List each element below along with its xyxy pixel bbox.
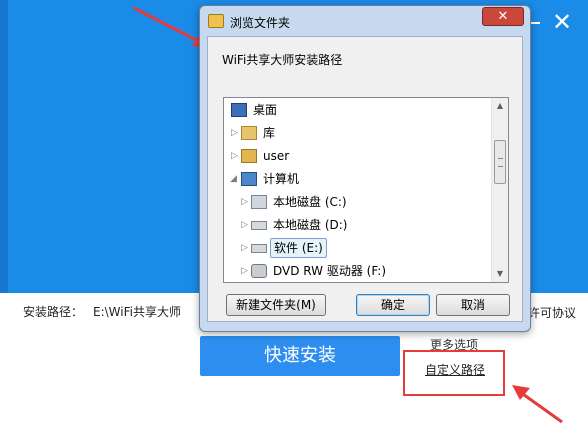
folder-icon: [208, 14, 224, 28]
tree-expander[interactable]: ▷: [241, 214, 251, 236]
scroll-down-icon[interactable]: ▼: [492, 266, 508, 282]
dialog-close-button[interactable]: ✕: [482, 7, 524, 26]
tree-item-drive-d[interactable]: ▷ 本地磁盘 (D:): [224, 214, 492, 236]
tree-item-computer[interactable]: ◢ 计算机: [224, 168, 492, 190]
system-drive-icon: [251, 195, 267, 209]
license-agreement-link[interactable]: 许可协议: [528, 304, 576, 321]
tree-item-label: DVD RW 驱动器 (F:): [273, 264, 387, 278]
tree-scrollbar[interactable]: ▲ ▼: [491, 98, 508, 282]
dialog-title: 浏览文件夹: [230, 16, 291, 30]
install-path-label: 安装路径：: [23, 305, 84, 319]
browse-folder-dialog: 浏览文件夹 ✕ WiFi共享大师安装路径 桌面 ▷ 库 ▷ user ◢ 计算机…: [199, 5, 531, 332]
scroll-thumb[interactable]: [494, 140, 506, 184]
tree-item-library[interactable]: ▷ 库: [224, 122, 492, 144]
scroll-up-icon[interactable]: ▲: [492, 98, 508, 114]
quick-install-button[interactable]: 快速安装: [200, 336, 400, 376]
dialog-titlebar[interactable]: 浏览文件夹 ✕: [200, 6, 530, 36]
tree-item-drive-f[interactable]: ▷ DVD RW 驱动器 (F:): [224, 260, 492, 282]
tree-item-label: 库: [263, 126, 276, 140]
tree-expander[interactable]: ◢: [230, 168, 240, 190]
tree-expander[interactable]: ▷: [231, 122, 241, 144]
desktop-icon: [231, 103, 247, 117]
tree-item-user[interactable]: ▷ user: [224, 145, 492, 167]
tree-item-label: 软件 (E:): [270, 238, 327, 258]
tree-item-desktop[interactable]: 桌面: [224, 99, 492, 121]
dialog-client: WiFi共享大师安装路径 桌面 ▷ 库 ▷ user ◢ 计算机 ▷ 本地磁盘 …: [207, 36, 523, 322]
dvd-drive-icon: [251, 264, 267, 278]
tree-expander[interactable]: ▷: [241, 237, 251, 259]
tree-expander[interactable]: ▷: [231, 145, 241, 167]
drive-icon: [251, 244, 267, 253]
cancel-button[interactable]: 取消: [436, 294, 510, 316]
dialog-description: WiFi共享大师安装路径: [222, 53, 343, 67]
tree-item-label: 本地磁盘 (D:): [273, 218, 348, 232]
tree-item-label: 本地磁盘 (C:): [273, 195, 347, 209]
installer-close-icon[interactable]: ✕: [550, 10, 574, 34]
new-folder-button[interactable]: 新建文件夹(M): [226, 294, 326, 316]
install-path-value: E:\WiFi共享大师: [93, 305, 181, 319]
folder-tree[interactable]: 桌面 ▷ 库 ▷ user ◢ 计算机 ▷ 本地磁盘 (C:) ▷ 本地磁盘 (…: [223, 97, 509, 283]
tree-expander[interactable]: ▷: [241, 191, 251, 213]
tree-expander[interactable]: ▷: [241, 260, 251, 282]
library-icon: [241, 126, 257, 140]
computer-icon: [241, 172, 257, 186]
tree-item-label: 桌面: [253, 103, 278, 117]
ok-button[interactable]: 确定: [356, 294, 430, 316]
user-folder-icon: [241, 149, 257, 163]
tree-item-drive-c[interactable]: ▷ 本地磁盘 (C:): [224, 191, 492, 213]
tree-item-label: user: [263, 149, 290, 163]
tree-item-label: 计算机: [263, 172, 300, 186]
drive-icon: [251, 221, 267, 230]
installer-left-edge: [0, 0, 8, 293]
bottom-arrow-icon: [512, 385, 563, 424]
highlight-box: [403, 350, 505, 396]
tree-item-drive-e[interactable]: ▷ 软件 (E:): [224, 237, 492, 259]
